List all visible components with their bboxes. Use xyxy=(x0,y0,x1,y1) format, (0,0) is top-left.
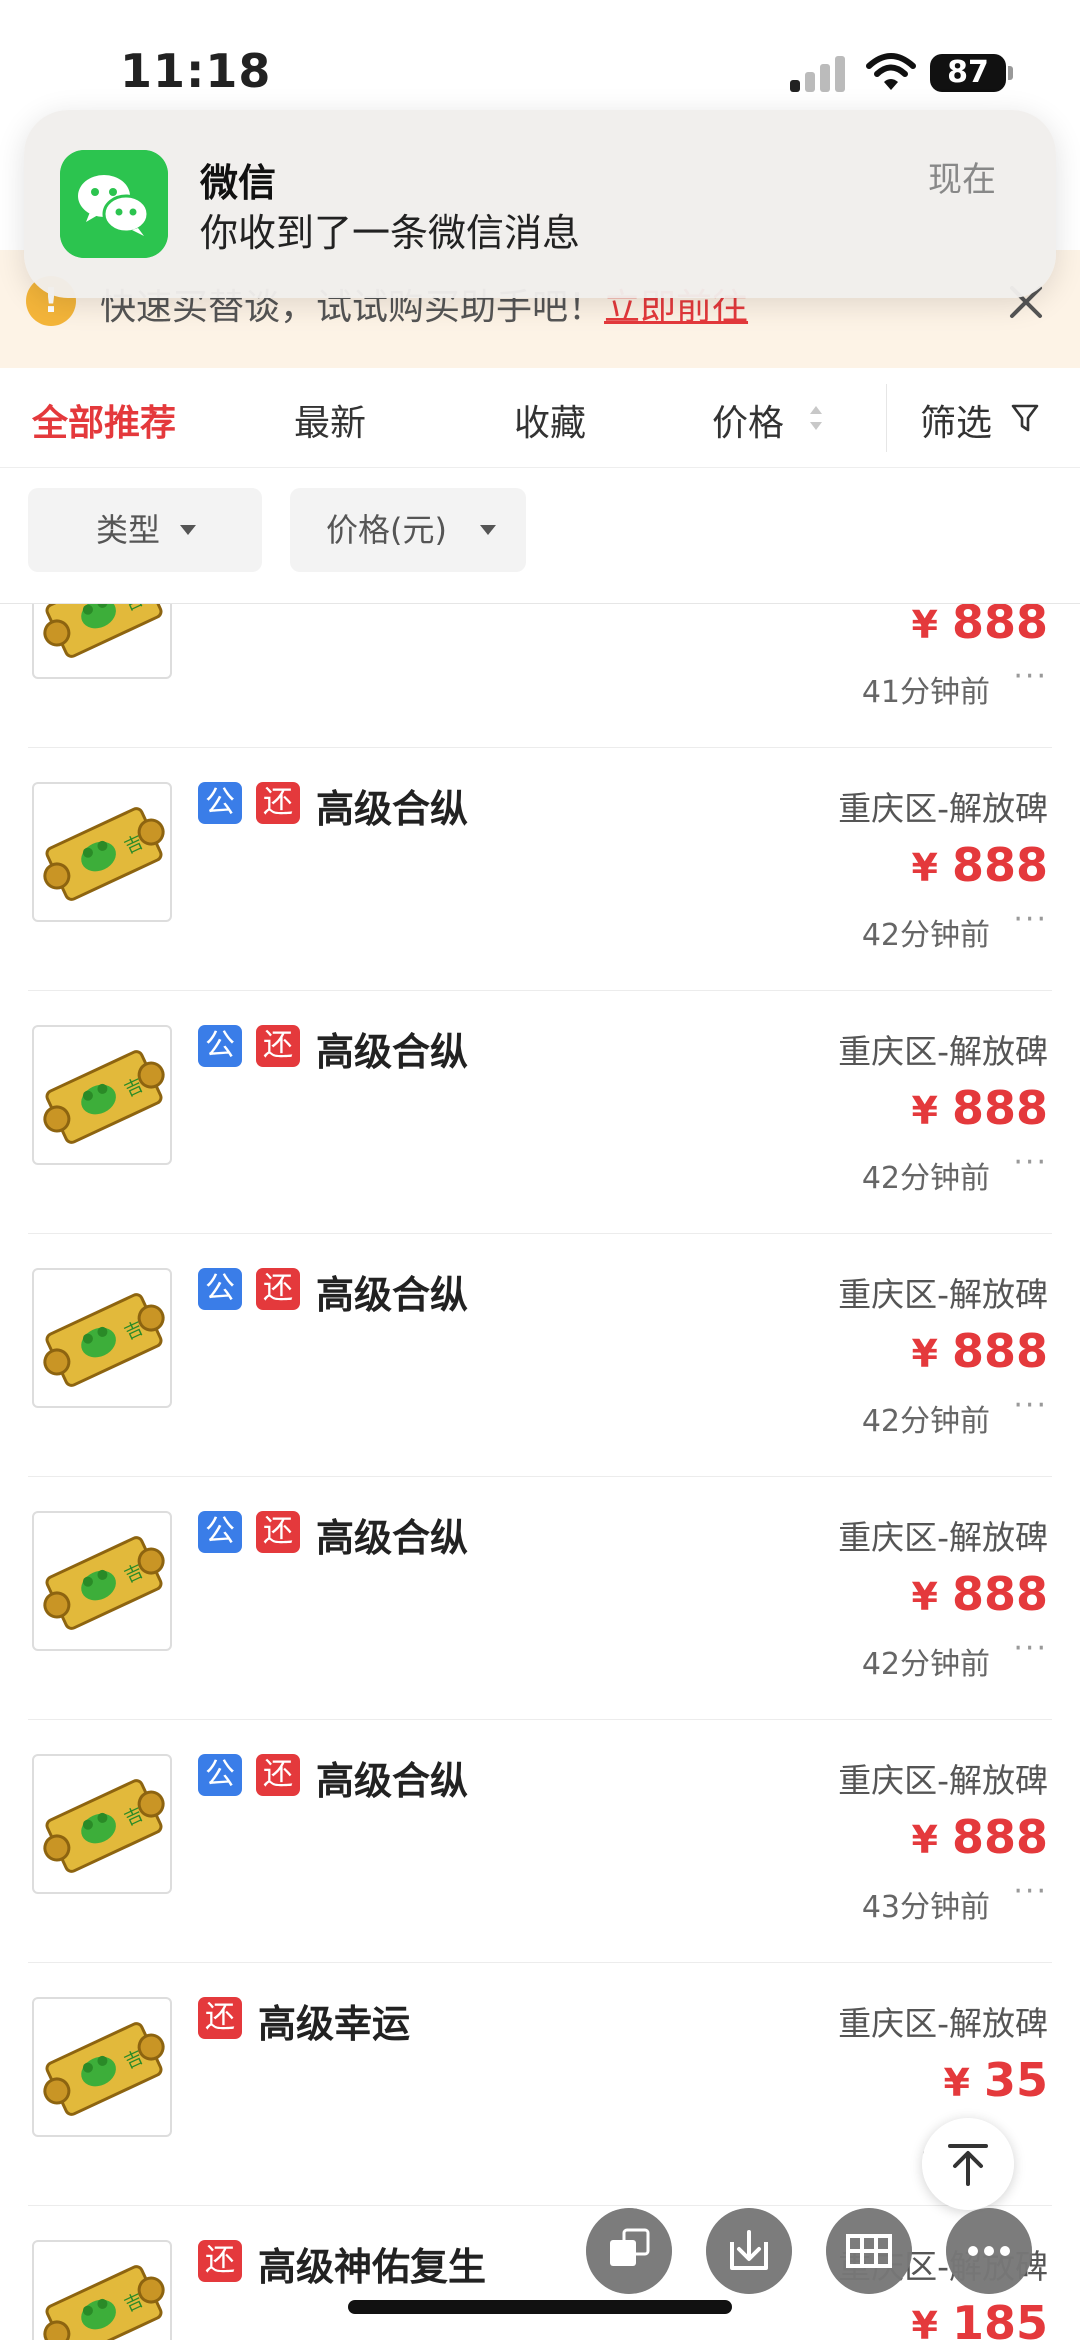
item-price: ¥185 xyxy=(911,2296,1048,2340)
item-price: ¥888 xyxy=(911,1567,1048,1621)
item-name: 高级合纵 xyxy=(316,787,469,831)
return-badge: 还 xyxy=(256,782,300,824)
notification-time: 现在 xyxy=(928,160,996,200)
item-time: 42分钟前 xyxy=(861,918,990,953)
return-badge: 还 xyxy=(198,2240,242,2282)
filter-price-label: 价格(元) xyxy=(326,511,447,549)
notification-app-name: 微信 xyxy=(200,161,277,205)
status-time: 11:18 xyxy=(120,44,272,98)
battery-tip xyxy=(1008,66,1013,80)
filter-type-label: 类型 xyxy=(96,511,161,549)
list-item[interactable]: 吉 公 还 高级合纵 重庆区-解放碑 ¥888 43分钟前 ··· xyxy=(0,1720,1080,1963)
item-name: 高级合纵 xyxy=(316,1516,469,1560)
more-options[interactable]: ··· xyxy=(1013,1631,1048,1666)
tab-price[interactable]: 价格 xyxy=(712,394,784,446)
list-item[interactable]: 吉 还 高级神佑复生 重庆区-解放碑 ¥185 xyxy=(0,2206,1080,2340)
public-badge: 公 xyxy=(198,1511,242,1553)
item-server: 重庆区-解放碑 xyxy=(838,1032,1048,1071)
wechat-icon xyxy=(60,150,168,258)
scroll-item-icon: 吉 xyxy=(32,2240,172,2340)
item-time: 42分钟前 xyxy=(861,1404,990,1439)
list-item[interactable]: 吉 公 还 高级合纵 重庆区-解放碑 ¥888 42分钟前 ··· xyxy=(0,748,1080,991)
filter-type-dropdown[interactable]: 类型 xyxy=(28,488,262,572)
translate-icon[interactable] xyxy=(586,2208,672,2294)
return-badge: 还 xyxy=(198,1997,242,2039)
tab-filter[interactable]: 筛选 xyxy=(920,394,992,446)
item-price: ¥888 xyxy=(911,1324,1048,1378)
item-name: 高级幸运 xyxy=(258,2002,411,2046)
public-badge: 公 xyxy=(198,782,242,824)
tab-all-recommended[interactable]: 全部推荐 xyxy=(32,394,176,446)
item-name: 高级合纵 xyxy=(316,1030,469,1074)
public-badge: 公 xyxy=(198,1754,242,1796)
item-price: ¥35 xyxy=(943,2053,1048,2107)
more-icon[interactable] xyxy=(946,2208,1032,2294)
more-options[interactable]: ··· xyxy=(1013,902,1048,937)
more-options[interactable]: ··· xyxy=(1013,1874,1048,1909)
list-item[interactable]: 吉 公 还 高级合纵 重庆区-解放碑 ¥888 42分钟前 ··· xyxy=(0,1477,1080,1720)
item-price: ¥888 xyxy=(911,838,1048,892)
scroll-item-icon: 吉 xyxy=(32,1997,172,2137)
scroll-item-icon: 吉 xyxy=(32,1511,172,1651)
more-options[interactable]: ··· xyxy=(1013,659,1048,694)
more-options[interactable]: ··· xyxy=(1013,1388,1048,1423)
public-badge: 公 xyxy=(198,1268,242,1310)
item-name: 高级神佑复生 xyxy=(258,2245,487,2289)
caret-down-icon xyxy=(480,525,496,535)
item-server: 重庆区-解放碑 xyxy=(838,1275,1048,1314)
battery-icon: 87 xyxy=(930,54,1006,92)
item-time: 43分钟前 xyxy=(861,1890,990,1925)
return-badge: 还 xyxy=(256,1268,300,1310)
list-item[interactable]: 吉 公 还 高级合纵 重庆区-解放碑 ¥888 42分钟前 ··· xyxy=(0,991,1080,1234)
item-time: 41分钟前 xyxy=(861,675,990,710)
tab-favorites[interactable]: 收藏 xyxy=(514,394,586,446)
scroll-item-icon: 吉 xyxy=(32,1268,172,1408)
return-badge: 还 xyxy=(256,1511,300,1553)
signal-icon xyxy=(790,56,846,92)
scroll-item-icon: 吉 xyxy=(32,1754,172,1894)
item-name: 高级合纵 xyxy=(316,1759,469,1803)
scroll-item-icon: 吉 xyxy=(32,782,172,922)
item-time: 42分钟前 xyxy=(861,1161,990,1196)
scroll-item-icon: 吉 xyxy=(32,1025,172,1165)
wifi-icon xyxy=(866,53,916,90)
notification-message: 你收到了一条微信消息 xyxy=(200,211,581,255)
list-item[interactable]: 吉 ¥888 41分钟前 ··· xyxy=(0,604,1080,748)
filter-icon[interactable] xyxy=(1010,402,1040,434)
more-options[interactable]: ··· xyxy=(1013,1145,1048,1180)
item-name: 高级合纵 xyxy=(316,1273,469,1317)
item-price: ¥888 xyxy=(911,1081,1048,1135)
filter-price-dropdown[interactable]: 价格(元) xyxy=(290,488,526,572)
list-item[interactable]: 吉 还 高级幸运 重庆区-解放碑 ¥35 47分 xyxy=(0,1963,1080,2206)
return-badge: 还 xyxy=(256,1025,300,1067)
item-server: 重庆区-解放碑 xyxy=(838,1761,1048,1800)
item-time: 42分钟前 xyxy=(861,1647,990,1682)
caret-down-icon xyxy=(180,525,196,535)
sort-tabs: 全部推荐 最新 收藏 价格 筛选 xyxy=(0,368,1080,468)
item-server: 重庆区-解放碑 xyxy=(838,2004,1048,2043)
scroll-item-icon: 吉 xyxy=(32,604,172,679)
listing-list: 吉 ¥888 41分钟前 ··· 吉 公 还 高级合纵 重庆区-解放碑 ¥888… xyxy=(0,604,1080,2340)
home-indicator[interactable] xyxy=(348,2300,732,2314)
tab-divider xyxy=(886,384,887,452)
item-server: 重庆区-解放碑 xyxy=(838,1518,1048,1557)
filter-chips: 类型 价格(元) xyxy=(0,468,1080,604)
tab-newest[interactable]: 最新 xyxy=(294,394,366,446)
item-server: 重庆区-解放碑 xyxy=(838,789,1048,828)
wechat-notification[interactable]: 微信 你收到了一条微信消息 现在 xyxy=(24,110,1056,298)
return-badge: 还 xyxy=(256,1754,300,1796)
item-price: ¥888 xyxy=(911,604,1048,649)
public-badge: 公 xyxy=(198,1025,242,1067)
item-price: ¥888 xyxy=(911,1810,1048,1864)
grid-icon[interactable] xyxy=(826,2208,912,2294)
list-item[interactable]: 吉 公 还 高级合纵 重庆区-解放碑 ¥888 42分钟前 ··· xyxy=(0,1234,1080,1477)
sort-arrows-icon xyxy=(810,406,822,430)
back-to-top-icon[interactable] xyxy=(922,2118,1014,2210)
download-icon[interactable] xyxy=(706,2208,792,2294)
